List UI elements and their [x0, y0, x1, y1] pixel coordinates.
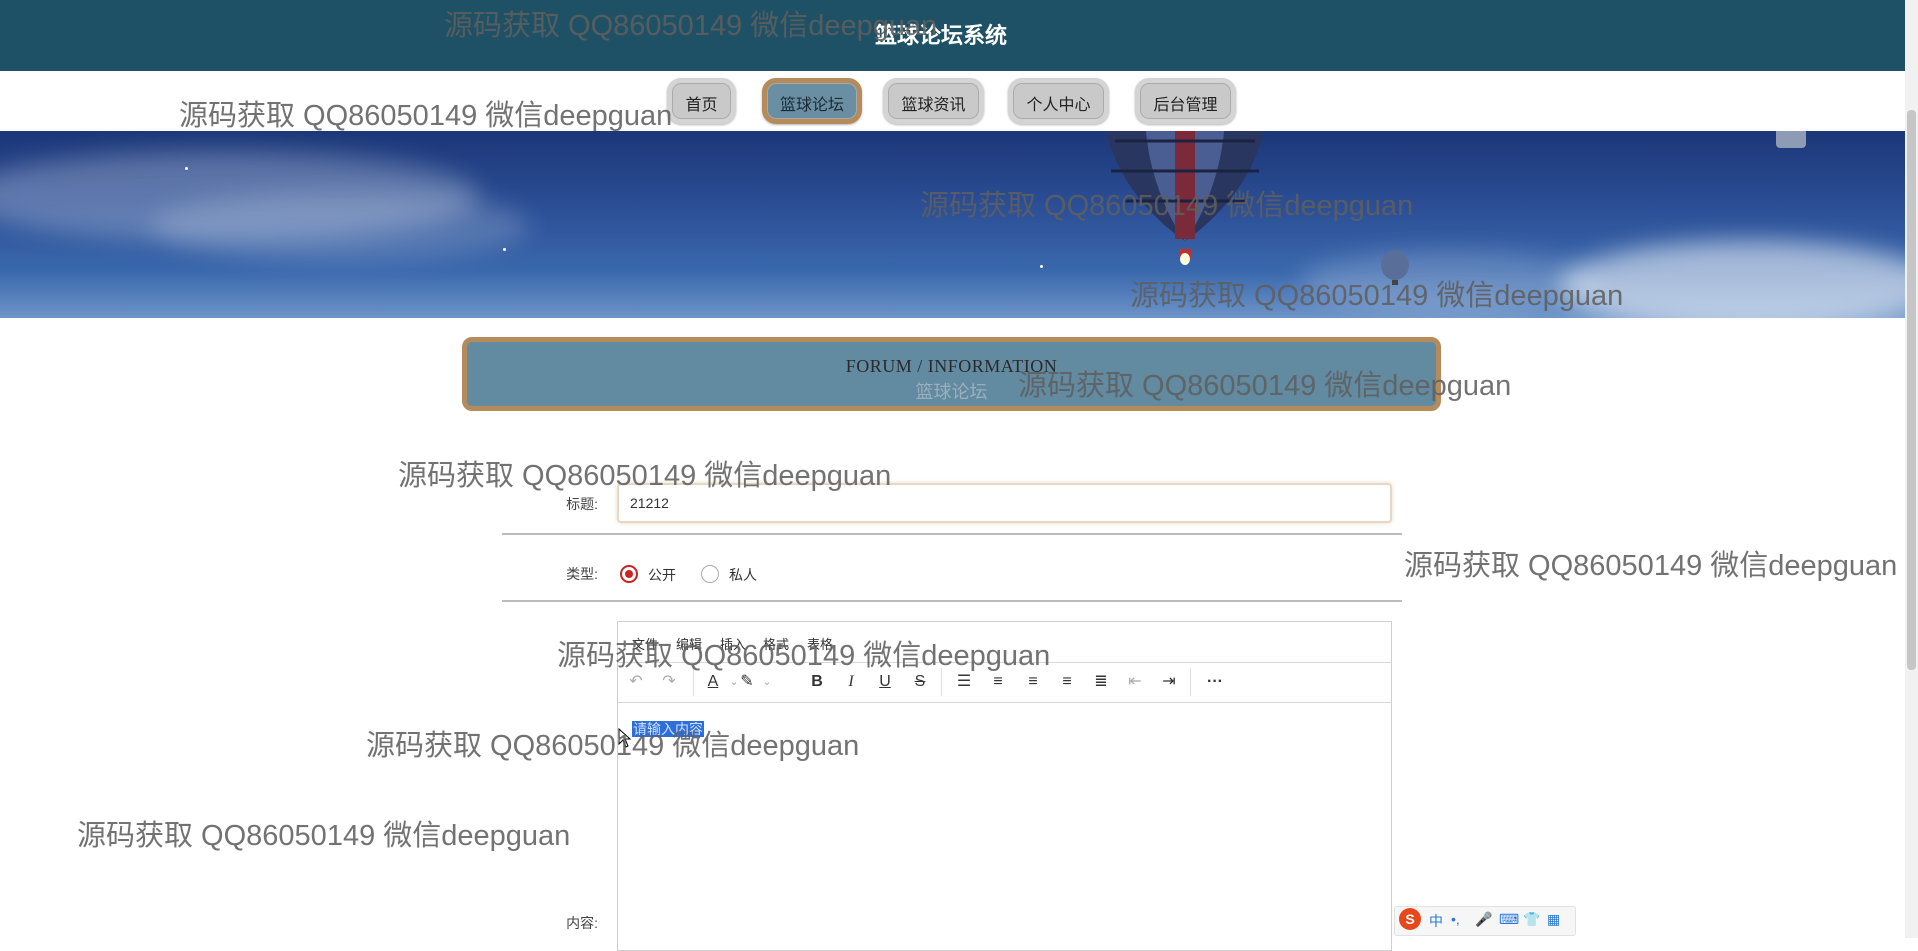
- menu-insert[interactable]: 插入: [720, 634, 746, 653]
- divider: [502, 533, 1402, 535]
- radio-public-label: 公开: [648, 567, 676, 583]
- undo-icon[interactable]: ↶: [624, 671, 648, 693]
- small-balloon-icon: [1381, 250, 1409, 285]
- content-label: 内容:: [566, 915, 598, 931]
- ime-mode-label[interactable]: 中: [1429, 911, 1443, 931]
- nav-item-home[interactable]: 首页: [667, 78, 736, 124]
- rich-text-editor[interactable]: 文件 编辑 插入 格式 表格 ↶ ↷ A ⌄ ✎ ⌄ B I U S ☰ ≡ ≡…: [617, 621, 1392, 951]
- italic-icon[interactable]: I: [839, 671, 863, 693]
- toolbox-icon[interactable]: ▦: [1547, 911, 1560, 928]
- site-title: 篮球论坛系统: [874, 23, 1007, 48]
- section-heading: FORUM / INFORMATION 篮球论坛: [462, 337, 1441, 411]
- radio-private[interactable]: [701, 565, 719, 583]
- bold-icon[interactable]: B: [805, 671, 829, 693]
- editor-placeholder: 请输入内容: [632, 721, 704, 737]
- section-title-cn: 篮球论坛: [915, 382, 988, 402]
- menu-format[interactable]: 格式: [763, 634, 789, 653]
- balloon-basket-icon: [1776, 131, 1806, 148]
- section-title-en: FORUM / INFORMATION: [845, 356, 1058, 376]
- menu-file[interactable]: 文件: [632, 634, 658, 653]
- divider: [502, 600, 1402, 602]
- punctuation-icon[interactable]: •,: [1451, 911, 1460, 927]
- hero-banner: [0, 131, 1918, 318]
- more-icon[interactable]: ···: [1203, 671, 1227, 693]
- nav-item-forum[interactable]: 篮球论坛: [762, 78, 862, 124]
- align-center-icon[interactable]: ≡: [1021, 671, 1045, 693]
- mouse-cursor-icon: [618, 728, 632, 748]
- type-label: 类型:: [566, 566, 598, 582]
- align-right-icon[interactable]: ≡: [1055, 671, 1079, 693]
- radio-public[interactable]: [620, 565, 638, 583]
- watermark: 源码获取 QQ86050149 微信deepguan: [77, 820, 571, 852]
- line-height-icon[interactable]: ☰: [952, 671, 976, 693]
- page-scrollbar[interactable]: [1905, 0, 1918, 938]
- chevron-down-icon[interactable]: ⌄: [755, 671, 779, 693]
- radio-private-label: 私人: [729, 567, 757, 583]
- title-input[interactable]: [617, 483, 1392, 523]
- nav-item-news[interactable]: 篮球资讯: [883, 78, 984, 124]
- nav-item-profile[interactable]: 个人中心: [1008, 78, 1109, 124]
- sogou-logo-icon: S: [1399, 908, 1421, 930]
- align-justify-icon[interactable]: ≣: [1089, 671, 1113, 693]
- title-label: 标题:: [566, 496, 598, 512]
- keyboard-icon[interactable]: ⌨: [1499, 911, 1519, 928]
- scroll-thumb[interactable]: [1907, 110, 1916, 670]
- outdent-icon[interactable]: ⇤: [1123, 671, 1147, 693]
- microphone-icon[interactable]: 🎤: [1475, 911, 1492, 928]
- editor-menubar: 文件 编辑 插入 格式 表格: [618, 622, 1391, 663]
- indent-icon[interactable]: ⇥: [1157, 671, 1181, 693]
- underline-icon[interactable]: U: [873, 671, 897, 693]
- hot-air-balloon-icon: [1107, 131, 1263, 265]
- editor-content[interactable]: 请输入内容: [632, 719, 704, 739]
- strikethrough-icon[interactable]: S: [908, 671, 932, 693]
- ime-toolbar[interactable]: S 中 •, 🎤 ⌨ 👕 ▦: [1394, 906, 1576, 936]
- nav-item-admin[interactable]: 后台管理: [1135, 78, 1236, 124]
- watermark: 源码获取 QQ86050149 微信deepguan: [1404, 550, 1898, 582]
- top-header-bar: 篮球论坛系统: [0, 0, 1918, 71]
- menu-edit[interactable]: 编辑: [676, 634, 702, 653]
- align-left-icon[interactable]: ≡: [986, 671, 1010, 693]
- menu-table[interactable]: 表格: [807, 634, 833, 653]
- redo-icon[interactable]: ↷: [657, 671, 681, 693]
- skin-icon[interactable]: 👕: [1523, 911, 1540, 928]
- editor-toolbar: ↶ ↷ A ⌄ ✎ ⌄ B I U S ☰ ≡ ≡ ≡ ≣ ⇤ ⇥ ···: [618, 662, 1391, 703]
